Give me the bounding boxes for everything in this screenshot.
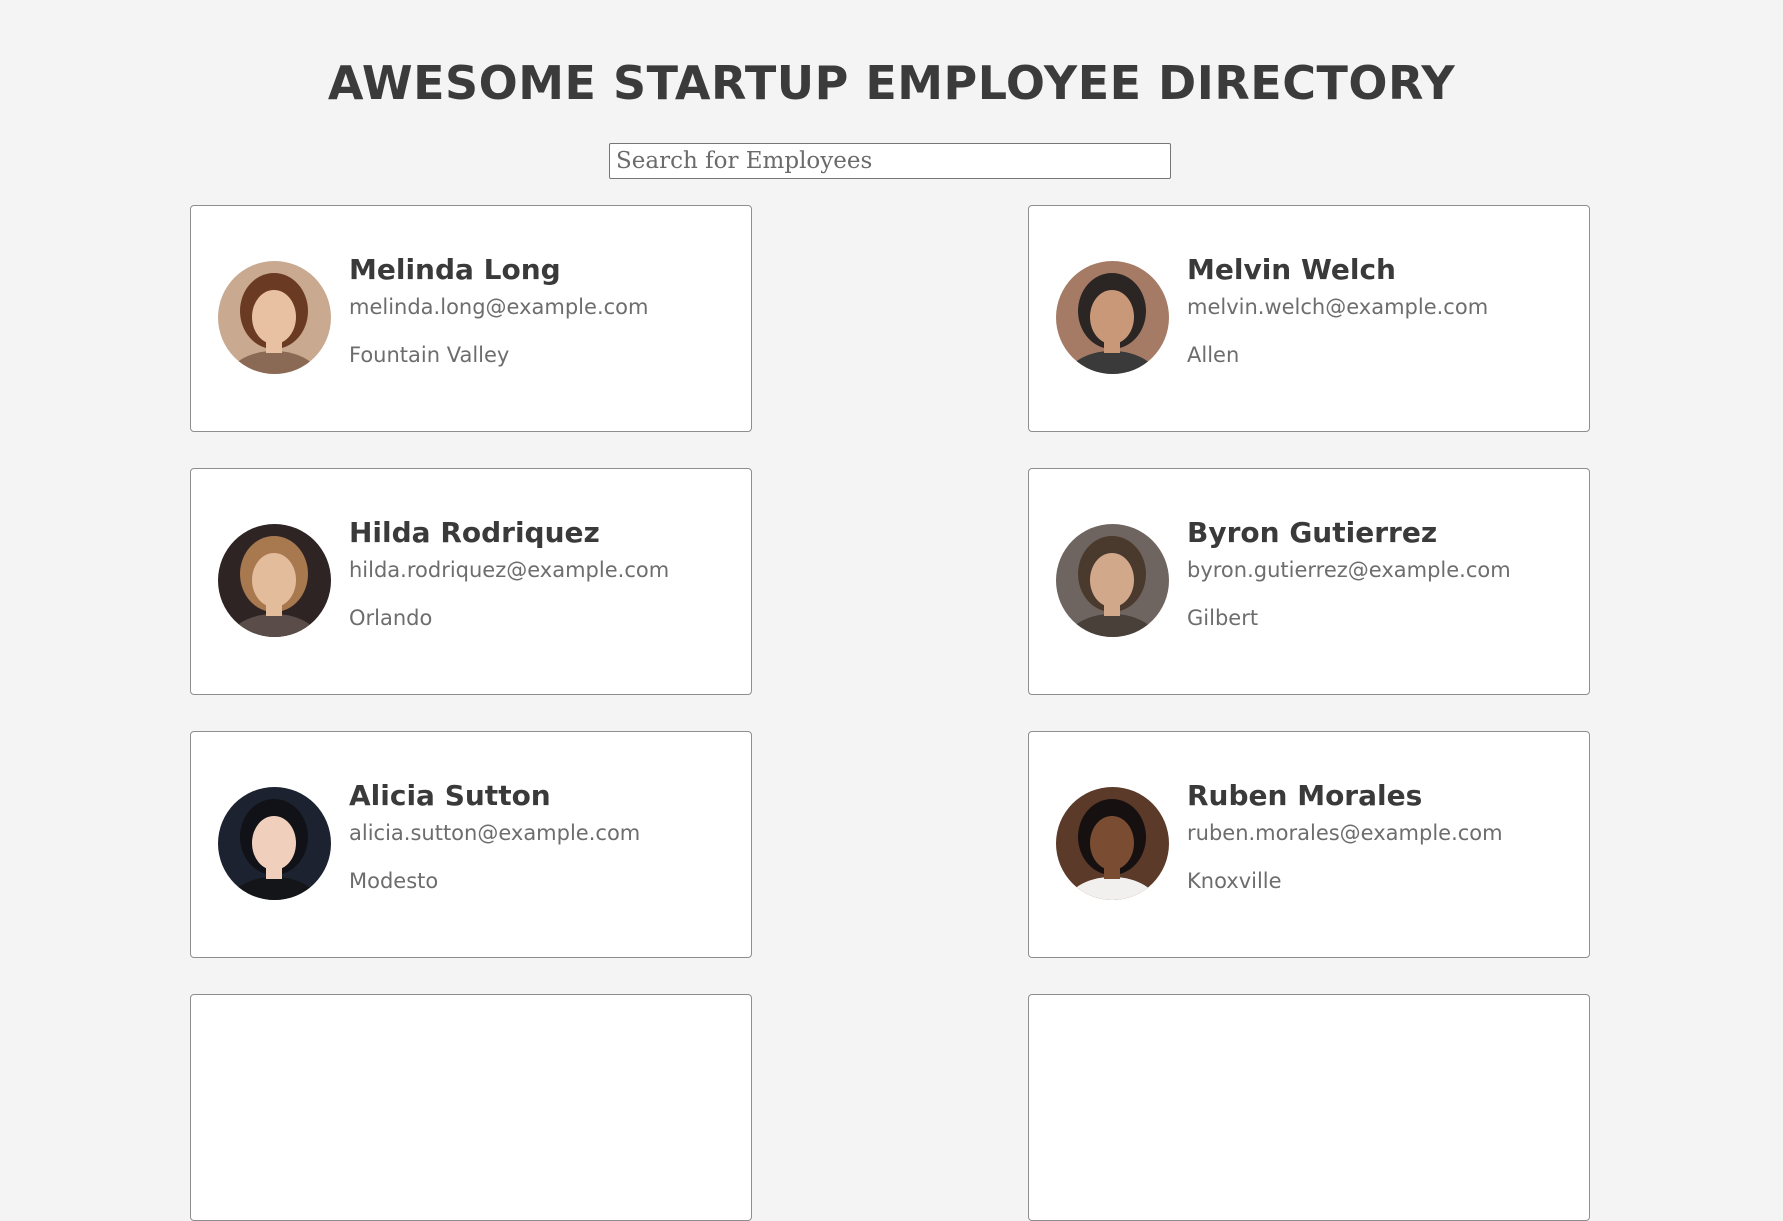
- employee-location: Knoxville: [1187, 869, 1282, 893]
- employee-name: Byron Gutierrez: [1187, 516, 1438, 549]
- employee-email: melinda.long@example.com: [349, 295, 649, 319]
- employee-avatar: [1056, 787, 1169, 900]
- employee-card[interactable]: Byron Gutierrez byron.gutierrez@example.c…: [1028, 468, 1590, 695]
- employee-avatar: [218, 261, 331, 374]
- avatar-face: [1090, 553, 1134, 607]
- employee-email: melvin.welch@example.com: [1187, 295, 1489, 319]
- employee-card[interactable]: Melvin Welch melvin.welch@example.com Alle…: [1028, 205, 1590, 432]
- employee-info: Byron Gutierrez byron.gutierrez@example.c…: [1187, 515, 1579, 633]
- employee-email: hilda.rodriquez@example.com: [349, 558, 670, 582]
- employee-card[interactable]: Melinda Long melinda.long@example.com Foun…: [190, 205, 752, 432]
- avatar-face: [252, 553, 296, 607]
- avatar-face: [1090, 290, 1134, 344]
- employee-name: Hilda Rodriquez: [349, 516, 600, 549]
- employee-card[interactable]: Alicia Sutton alicia.sutton@example.com Mo…: [190, 731, 752, 958]
- employee-card[interactable]: Ruben Morales ruben.morales@example.com Kn…: [1028, 731, 1590, 958]
- avatar-face: [252, 290, 296, 344]
- employee-info: Ruben Morales ruben.morales@example.com Kn…: [1187, 778, 1579, 896]
- employee-avatar: [1056, 261, 1169, 374]
- employee-avatar: [218, 524, 331, 637]
- employee-info: Hilda Rodriquez hilda.rodriquez@example.c…: [349, 515, 741, 633]
- avatar-face: [252, 816, 296, 870]
- employee-card[interactable]: [190, 994, 752, 1221]
- employee-location: Gilbert: [1187, 606, 1259, 630]
- employee-card[interactable]: [1028, 994, 1590, 1221]
- employee-email: byron.gutierrez@example.com: [1187, 558, 1511, 582]
- employee-location: Allen: [1187, 343, 1240, 367]
- employee-email: alicia.sutton@example.com: [349, 821, 641, 845]
- employee-info: Melinda Long melinda.long@example.com Foun…: [349, 252, 741, 370]
- avatar-face: [1090, 816, 1134, 870]
- employee-avatar: [218, 787, 331, 900]
- employee-info: Alicia Sutton alicia.sutton@example.com Mo…: [349, 778, 741, 896]
- employee-location: Fountain Valley: [349, 343, 510, 367]
- employee-email: ruben.morales@example.com: [1187, 821, 1503, 845]
- employee-info: Melvin Welch melvin.welch@example.com Alle…: [1187, 252, 1579, 370]
- employee-name: Alicia Sutton: [349, 779, 551, 812]
- employee-name: Melvin Welch: [1187, 253, 1396, 286]
- employee-card[interactable]: Hilda Rodriquez hilda.rodriquez@example.c…: [190, 468, 752, 695]
- employee-name: Ruben Morales: [1187, 779, 1423, 812]
- employee-location: Modesto: [349, 869, 439, 893]
- page-title: AWESOME STARTUP EMPLOYEE DIRECTORY: [327, 56, 1456, 110]
- employee-name: Melinda Long: [349, 253, 561, 286]
- employee-avatar: [1056, 524, 1169, 637]
- search-input[interactable]: [609, 143, 1171, 179]
- employee-location: Orlando: [349, 606, 433, 630]
